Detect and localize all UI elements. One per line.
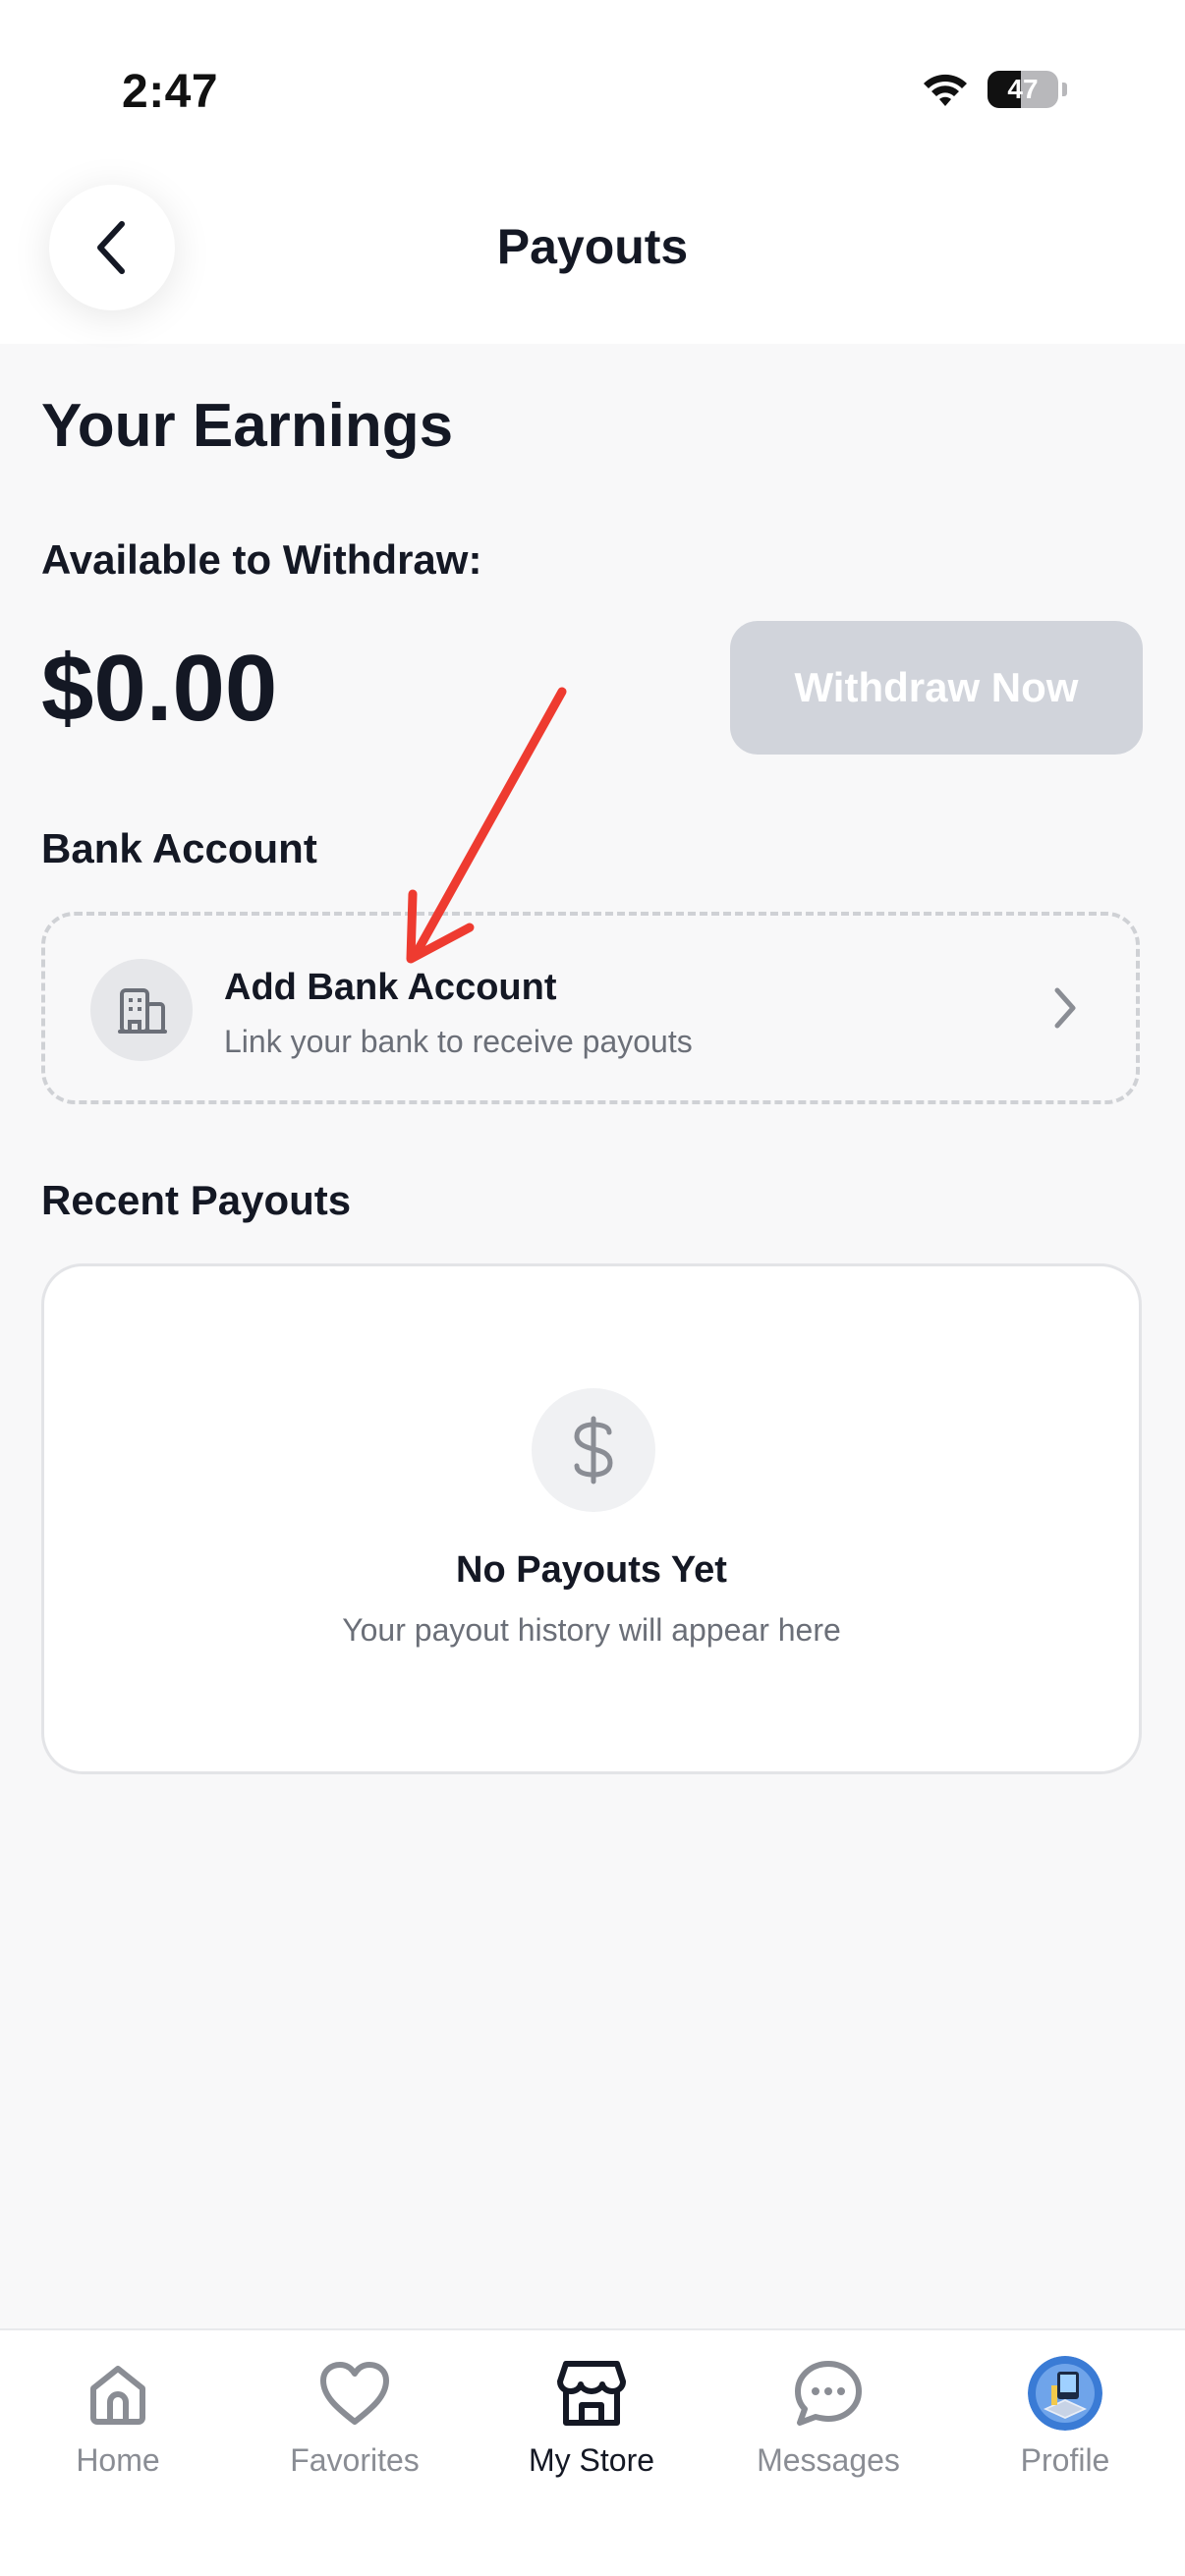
dollar-icon-container <box>532 1388 655 1512</box>
available-label: Available to Withdraw: <box>41 536 482 583</box>
status-time: 2:47 <box>122 66 219 118</box>
tab-profile-label: Profile <box>1020 2442 1110 2478</box>
top-bar: 2:47 47 Payouts <box>0 0 1185 344</box>
bank-building-icon <box>118 988 167 1034</box>
battery-icon: 47 <box>988 71 1058 108</box>
recent-payouts-card: No Payouts Yet Your payout history will … <box>41 1263 1142 1774</box>
tab-messages[interactable]: Messages <box>710 2350 946 2479</box>
earnings-heading: Your Earnings <box>41 392 454 460</box>
bottom-tab-bar: Home Favorites My Store Messages Profile <box>0 2328 1185 2576</box>
store-icon <box>554 2350 629 2436</box>
tab-profile-icon-wrap <box>1028 2350 1102 2436</box>
recent-payouts-section-label: Recent Payouts <box>41 1177 352 1223</box>
dollar-icon <box>574 1416 613 1484</box>
tab-home-label: Home <box>76 2442 160 2478</box>
add-bank-account-card[interactable]: Add Bank Account Link your bank to recei… <box>41 912 1140 1104</box>
tab-messages-label: Messages <box>757 2442 900 2478</box>
chevron-right-icon <box>1054 987 1076 1029</box>
wifi-icon <box>924 74 967 106</box>
bank-icon-container <box>90 959 193 1061</box>
tab-home[interactable]: Home <box>0 2350 236 2479</box>
tab-favorites[interactable]: Favorites <box>237 2350 473 2479</box>
chat-bubble-icon <box>792 2350 865 2436</box>
withdraw-now-button[interactable]: Withdraw Now <box>730 621 1143 755</box>
tab-favorites-label: Favorites <box>290 2442 420 2478</box>
status-icons: 47 <box>921 71 1067 108</box>
avatar <box>1028 2356 1102 2431</box>
home-icon <box>84 2350 152 2436</box>
heart-icon <box>317 2350 392 2436</box>
page-title: Payouts <box>496 219 689 274</box>
tab-my-store[interactable]: My Store <box>474 2350 709 2479</box>
tab-my-store-label: My Store <box>528 2442 655 2478</box>
battery-level: 47 <box>1007 74 1039 104</box>
empty-state-title: No Payouts Yet <box>456 1549 727 1591</box>
empty-state-subtitle: Your payout history will appear here <box>342 1612 841 1648</box>
add-bank-account-title: Add Bank Account <box>224 967 557 1008</box>
balance-amount: $0.00 <box>41 636 278 741</box>
bank-account-section-label: Bank Account <box>41 825 317 871</box>
add-bank-account-subtitle: Link your bank to receive payouts <box>224 1024 693 1059</box>
tab-profile[interactable]: Profile <box>947 2350 1183 2479</box>
battery-cap <box>1062 83 1067 96</box>
